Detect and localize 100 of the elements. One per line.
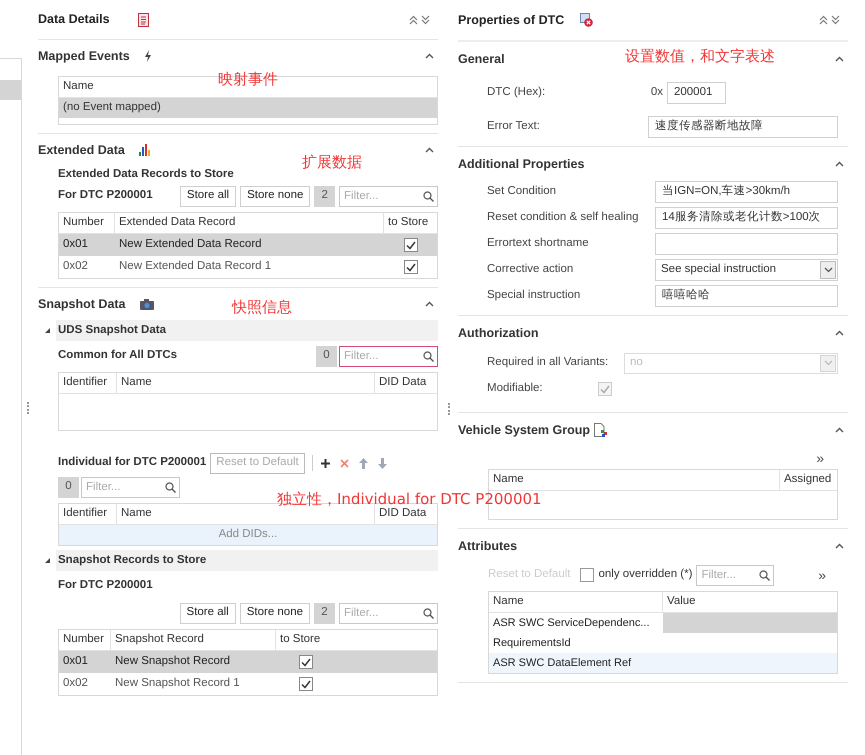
check-icon [600,384,610,394]
expanded-caret-icon[interactable] [44,327,50,334]
column-header[interactable]: Number [59,213,115,233]
group-title: Common for All DTCs [58,348,178,364]
table-cell-text: New Snapshot Record [114,654,232,670]
annotation: 设置数值，和文字表述 [625,46,775,67]
search-icon [759,570,770,580]
dropdown[interactable]: See special instruction [655,259,838,281]
splitter-handle[interactable] [448,403,450,415]
table-cell-text: 0x01 [62,237,89,252]
camera-icon [140,298,154,310]
chevron-down-icon[interactable] [824,267,832,273]
column-header[interactable]: Identifier [59,373,117,393]
count-badge: 2 [314,186,335,206]
dropdown: no [624,352,838,374]
text-field[interactable]: 14服务清除或老化计数>100次 [655,207,838,229]
bar-chart-icon [138,144,150,156]
dtc-label: For DTC P200001 [58,578,154,594]
collapse-icon[interactable] [835,56,844,62]
collapse-icon[interactable] [835,543,844,549]
column-header[interactable]: Snapshot Record [111,630,276,650]
count-badge: 2 [314,602,335,624]
collapse-icon[interactable] [425,53,434,59]
store-button[interactable]: Store none [240,186,310,206]
checkbox[interactable] [404,238,418,252]
splitter-handle[interactable] [27,402,29,414]
column-header[interactable]: to Store [384,213,437,233]
text-field[interactable]: 嘻嘻哈哈 [655,285,838,307]
text-field[interactable] [655,233,838,255]
dtc-error-icon [580,13,594,27]
column-header[interactable]: to Store [276,630,437,650]
field-label: Special instruction [487,288,580,304]
hex-prefix: 0x [650,85,663,100]
table-row[interactable]: 0x01 New Snapshot Record [59,651,437,673]
field-label: Modifiable: [487,381,543,396]
column-header[interactable]: Name [489,470,780,490]
filter-field[interactable]: Filter... [696,564,774,586]
text-field[interactable]: 速度传感器断地故障 [648,116,838,138]
column-header[interactable]: Name [117,373,375,393]
filter-field[interactable]: Filter... [339,186,438,206]
group-title: Extended Data Records to Store [58,167,235,182]
panel-title: Properties of DTC [458,12,564,29]
field-label: Reset condition & self healing [487,210,639,226]
section-title: Vehicle System Group [458,422,590,439]
collapse-icon[interactable] [835,330,844,336]
check-icon [406,240,416,250]
section-title: Extended Data [38,142,125,159]
more-button[interactable]: » [818,564,838,586]
column-header[interactable]: Extended Data Record [115,213,384,233]
search-icon [423,608,434,618]
table-cell-text: New Extended Data Record 1 [118,259,272,274]
collapse-icon[interactable] [835,427,844,433]
table-row[interactable]: ASR SWC DataElement Ref [489,653,837,673]
hex-field[interactable]: 200001 [667,82,726,104]
collapse-all-icon[interactable] [409,14,418,24]
filter-field[interactable]: Filter... [339,602,438,624]
checkbox[interactable] [404,260,418,274]
collapse-icon[interactable] [425,301,434,307]
filter-field[interactable]: Filter... [339,346,438,366]
column-header[interactable]: Assigned [780,470,837,490]
column-header[interactable]: Identifier [59,504,117,524]
section-title: Mapped Events [38,48,130,65]
column-header[interactable]: Name [489,592,663,612]
document-tag-icon [594,423,607,437]
expand-all-icon[interactable] [421,14,430,24]
search-icon [423,190,434,202]
collapse-icon[interactable] [835,161,844,167]
collapse-icon[interactable] [425,147,434,153]
field-label: Set Condition [487,184,556,200]
checkbox[interactable] [299,677,313,691]
group-title: UDS Snapshot Data [58,322,166,338]
expand-all-icon[interactable] [831,15,840,25]
expanded-caret-icon[interactable] [44,557,50,564]
delete-icon[interactable] [340,458,349,468]
store-button[interactable]: Store all [180,602,236,624]
store-button[interactable]: Store none [240,602,310,624]
filter-field[interactable]: Filter... [81,476,180,498]
section-title: Snapshot Data [38,296,126,313]
table-row[interactable]: (no Event mapped) [59,98,437,118]
column-header[interactable]: DID Data [375,373,437,393]
checkbox-label[interactable]: only overridden (*) [598,566,692,584]
store-button[interactable]: Store all [180,186,236,206]
section-title: General [458,50,505,68]
plus-icon[interactable] [320,458,330,468]
text-field[interactable]: 当IGN=ON,车速>30km/h [655,181,838,203]
section-title: Attributes [458,538,518,555]
collapse-all-icon[interactable] [819,15,828,25]
field-label: DTC (Hex): [487,85,546,100]
search-icon [423,350,434,362]
table-row[interactable]: 0x01 New Extended Data Record [59,234,437,256]
checkbox[interactable] [580,568,594,582]
count-badge: 0 [58,476,79,498]
column-header[interactable]: Value [663,592,837,612]
check-icon [301,680,311,688]
group-title: Snapshot Records to Store [58,552,206,568]
table-cell-text: RequirementsId [492,636,572,651]
check-icon [301,658,311,666]
more-button[interactable]: » [816,448,824,468]
column-header[interactable]: Number [59,630,111,650]
checkbox[interactable] [299,655,313,669]
